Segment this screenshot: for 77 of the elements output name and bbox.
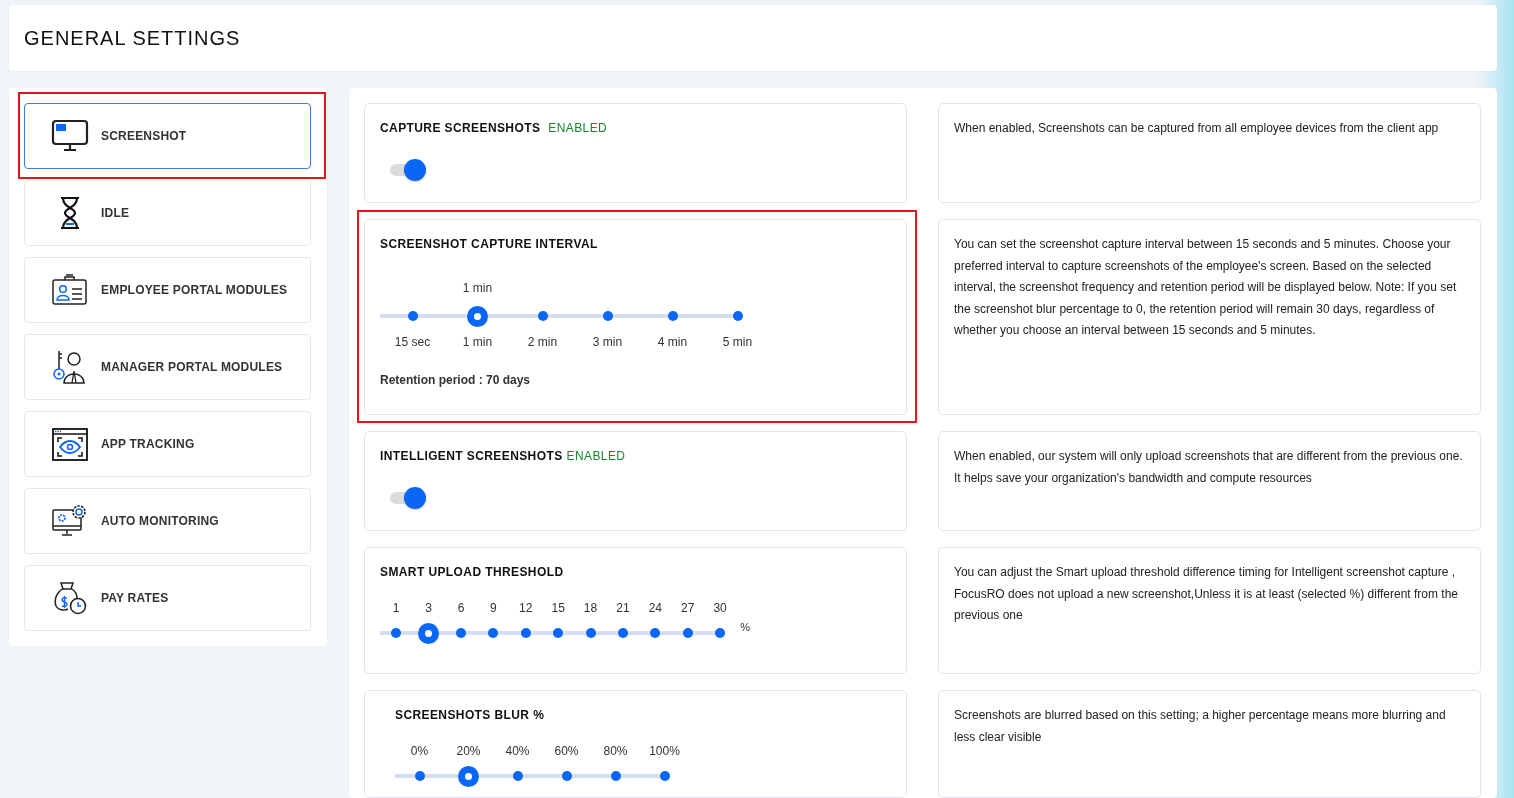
- step-dot[interactable]: [391, 628, 402, 638]
- step-dot[interactable]: [553, 628, 564, 638]
- step-dot[interactable]: [650, 628, 661, 638]
- monitor-gear-icon: [52, 504, 88, 538]
- setting-description: When enabled, our system will only upload screenshots that are different from the previous one. It helps save your organization's bandwidth and compute resources: [938, 431, 1481, 531]
- toggle-switch[interactable]: [388, 487, 426, 509]
- step-label: 27: [681, 601, 695, 615]
- step-dot[interactable]: [602, 311, 613, 321]
- id-card-icon: [52, 274, 88, 306]
- eye-window-icon: [52, 427, 88, 461]
- setting-title: CAPTURE SCREENSHOTS: [380, 121, 541, 135]
- step-dot[interactable]: [512, 771, 523, 781]
- sidebar-item[interactable]: EMPLOYEE PORTAL MODULES: [24, 257, 311, 323]
- toggle-switch[interactable]: [388, 159, 426, 181]
- setting-title: SCREENSHOTS BLUR %: [395, 708, 545, 722]
- step-label: 9: [490, 601, 497, 615]
- status-label: ENABLED: [548, 121, 608, 135]
- step-label: 1: [392, 601, 400, 615]
- step-label: 5 min: [722, 335, 753, 349]
- step-dot[interactable]: [488, 628, 499, 638]
- setting-title: SMART UPLOAD THRESHOLD: [380, 565, 564, 579]
- step-label: 60%: [554, 744, 579, 758]
- step-label: 24: [648, 601, 662, 615]
- step-dot[interactable]: [732, 311, 743, 321]
- step-label: 100%: [649, 744, 680, 758]
- setting-description: You can set the screenshot capture interval between 15 seconds and 5 minutes. Choose your preferred interval to capture screenshots of the employee's screen. Based on the selected interval, the screenshot frequency and retention period will be displayed below. Note: If you set the screenshot blur percentage to 0, the retention period will remain 30 days, regardless of whether you choose an interval between 15 seconds and 5 minutes.: [938, 219, 1481, 415]
- step-label: 18: [583, 601, 598, 615]
- sidebar-item[interactable]: APP TRACKING: [24, 411, 311, 477]
- step-dot[interactable]: [659, 771, 670, 781]
- step-label: 0%: [410, 744, 429, 758]
- sidebar-item[interactable]: AUTO MONITORING: [24, 488, 311, 554]
- sidebar-item[interactable]: IDLE: [24, 180, 311, 246]
- step-dot[interactable]: [414, 771, 425, 781]
- step-dot[interactable]: [585, 628, 596, 638]
- setting-title: SCREENSHOT CAPTURE INTERVAL: [380, 237, 598, 251]
- step-label: 40%: [505, 744, 530, 758]
- step-dot[interactable]: [455, 628, 466, 638]
- setting-description: You can adjust the Smart upload threshold difference timing for Intelligent screenshot capture , FocusRO does not upload a new screenshot,Unless it is at least (selected %) different from the previous one: [938, 547, 1481, 674]
- step-dot[interactable]: [537, 311, 548, 321]
- unit-label: %: [740, 621, 751, 633]
- step-label: 4 min: [657, 335, 688, 349]
- retention-note: Retention period : 70 days: [380, 373, 532, 387]
- step-label: 1 min: [462, 335, 493, 349]
- setting-description: Screenshots are blurred based on this setting; a higher percentage means more blurring and less clear visible: [938, 690, 1481, 798]
- step-dot[interactable]: [667, 311, 678, 321]
- step-dot[interactable]: [407, 311, 418, 321]
- step-label: 2 min: [527, 335, 558, 349]
- step-dot[interactable]: [715, 628, 726, 638]
- step-label: 3: [425, 601, 432, 615]
- slider-thumb[interactable]: [418, 622, 440, 644]
- step-dot[interactable]: [610, 771, 621, 781]
- step-label: 15 sec: [394, 335, 431, 349]
- slider-thumb[interactable]: [458, 765, 479, 787]
- page-title: GENERAL SETTINGS: [24, 26, 241, 50]
- sidebar-item[interactable]: SCREENSHOT: [24, 103, 311, 169]
- money-bag-icon: [53, 581, 87, 615]
- step-label: 3 min: [592, 335, 623, 349]
- person-key-icon: [52, 350, 88, 384]
- step-label: 20%: [456, 744, 481, 758]
- value-label: 1 min: [462, 281, 493, 295]
- step-dot[interactable]: [617, 628, 628, 638]
- step-dot[interactable]: [561, 771, 572, 781]
- step-label: 30: [713, 601, 727, 615]
- step-label: 6: [457, 601, 465, 615]
- step-dot[interactable]: [520, 628, 531, 638]
- sidebar-item[interactable]: PAY RATES: [24, 565, 311, 631]
- setting-description: When enabled, Screenshots can be captured from all employee devices from the client app: [938, 103, 1481, 203]
- sidebar-item[interactable]: MANAGER PORTAL MODULES: [24, 334, 311, 400]
- step-label: 15: [551, 601, 565, 615]
- step-dot[interactable]: [682, 628, 693, 638]
- step-label: 80%: [603, 744, 628, 758]
- step-label: 12: [519, 601, 533, 615]
- slider-thumb[interactable]: [467, 305, 488, 327]
- setting-title: INTELLIGENT SCREENSHOTS: [380, 449, 563, 463]
- step-label: 21: [616, 601, 630, 615]
- status-label: ENABLED: [566, 449, 626, 463]
- monitor-icon: [51, 119, 89, 153]
